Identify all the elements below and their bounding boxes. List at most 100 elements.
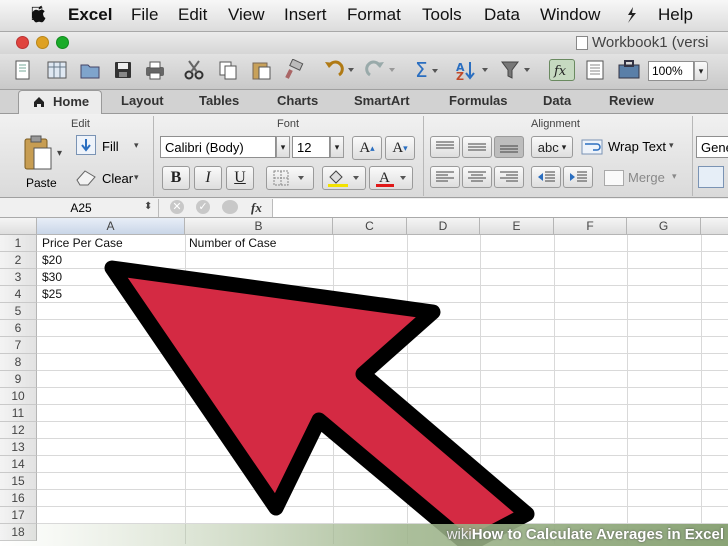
column-header-a[interactable]: A	[37, 218, 185, 235]
name-box[interactable]: A25	[20, 201, 142, 215]
cell-a1[interactable]: Price Per Case	[42, 235, 123, 252]
tab-home[interactable]: Home	[18, 90, 102, 114]
script-menu-icon[interactable]	[624, 6, 638, 24]
confirm-entry-icon[interactable]: ✓	[196, 200, 210, 214]
grow-font-button[interactable]: A ▴	[352, 136, 382, 160]
align-bottom-button[interactable]	[494, 136, 524, 158]
font-name-field[interactable]: Calibri (Body)	[160, 136, 276, 158]
zoom-dropdown-icon[interactable]: ▾	[694, 61, 708, 81]
column-header-c[interactable]: C	[333, 218, 407, 235]
print-icon[interactable]	[144, 59, 166, 81]
increase-indent-button[interactable]	[563, 166, 593, 188]
paste-toolbar-icon[interactable]	[250, 59, 272, 81]
save-icon[interactable]	[112, 59, 134, 81]
wrap-text-dropdown-icon[interactable]: ▾	[669, 140, 674, 151]
tab-tables[interactable]: Tables	[199, 93, 239, 108]
number-format-field[interactable]: Gene	[696, 136, 728, 158]
row-header[interactable]: 13	[0, 439, 37, 456]
fill-button[interactable]: Fill	[102, 139, 119, 154]
minimize-window-icon[interactable]	[36, 36, 49, 49]
row-header[interactable]: 17	[0, 507, 37, 524]
menu-tools[interactable]: Tools	[422, 5, 462, 25]
row-header[interactable]: 15	[0, 473, 37, 490]
underline-button[interactable]: U	[226, 166, 254, 190]
font-color-button[interactable]: A	[369, 166, 413, 190]
row-header[interactable]: 4	[0, 286, 37, 303]
paste-clipboard-icon[interactable]	[22, 134, 54, 172]
row-header[interactable]: 14	[0, 456, 37, 473]
row-header[interactable]: 2	[0, 252, 37, 269]
cell-a4[interactable]: $25	[42, 286, 62, 303]
menu-file[interactable]: File	[131, 5, 158, 25]
row-header[interactable]: 6	[0, 320, 37, 337]
formula-options-icon[interactable]	[222, 200, 238, 214]
decrease-indent-button[interactable]	[531, 166, 561, 188]
align-top-button[interactable]	[430, 136, 460, 158]
tab-data[interactable]: Data	[543, 93, 571, 108]
sort-icon[interactable]: AZ	[454, 59, 494, 83]
menu-insert[interactable]: Insert	[284, 5, 327, 25]
clear-dropdown-icon[interactable]: ▾	[134, 172, 139, 183]
row-header[interactable]: 12	[0, 422, 37, 439]
merge-button[interactable]: Merge	[628, 170, 665, 185]
redo-icon[interactable]	[362, 59, 396, 81]
cell-a2[interactable]: $20	[42, 252, 62, 269]
column-header-f[interactable]: F	[554, 218, 627, 235]
align-center-button[interactable]	[462, 166, 492, 188]
format-painter-icon[interactable]	[283, 58, 305, 81]
zoom-field[interactable]: 100%	[648, 61, 694, 81]
formula-input[interactable]	[272, 199, 728, 217]
apple-icon[interactable]	[30, 4, 48, 24]
new-from-template-icon[interactable]	[46, 59, 68, 81]
font-size-field[interactable]: 12	[292, 136, 330, 158]
column-header-g[interactable]: G	[627, 218, 701, 235]
name-box-stepper-icon[interactable]: ⬍	[144, 201, 152, 212]
orientation-button[interactable]: abc ▾	[531, 136, 573, 158]
align-middle-button[interactable]	[462, 136, 492, 158]
formula-builder-button[interactable]: fx	[549, 59, 575, 81]
column-header-h[interactable]	[701, 218, 728, 235]
close-window-icon[interactable]	[16, 36, 29, 49]
row-header[interactable]: 5	[0, 303, 37, 320]
menu-edit[interactable]: Edit	[178, 5, 207, 25]
align-right-button[interactable]	[494, 166, 524, 188]
gallery-icon[interactable]	[584, 59, 606, 81]
conditional-formatting-icon[interactable]	[698, 166, 724, 188]
shrink-font-button[interactable]: A ▾	[385, 136, 415, 160]
cell-b1[interactable]: Number of Case	[189, 235, 276, 252]
menu-window[interactable]: Window	[540, 5, 600, 25]
insert-function-button[interactable]: fx	[251, 200, 262, 216]
borders-button[interactable]	[266, 166, 314, 190]
clear-eraser-icon[interactable]	[74, 168, 98, 186]
row-header[interactable]: 16	[0, 490, 37, 507]
fill-icon[interactable]	[76, 135, 96, 155]
tab-formulas[interactable]: Formulas	[449, 93, 508, 108]
fill-dropdown-icon[interactable]: ▾	[134, 140, 139, 151]
bold-button[interactable]: B	[162, 166, 190, 190]
undo-icon[interactable]	[321, 59, 355, 81]
tab-smartart[interactable]: SmartArt	[354, 93, 410, 108]
cut-icon[interactable]	[183, 59, 205, 81]
toolbox-icon[interactable]	[616, 59, 644, 81]
row-header[interactable]: 11	[0, 405, 37, 422]
wrap-text-button[interactable]: Wrap Text	[608, 139, 666, 154]
paste-button[interactable]: Paste	[26, 176, 57, 190]
row-header[interactable]: 7	[0, 337, 37, 354]
italic-button[interactable]: I	[194, 166, 222, 190]
row-header[interactable]: 3	[0, 269, 37, 286]
column-header-d[interactable]: D	[407, 218, 480, 235]
autosum-icon[interactable]: Σ	[413, 58, 441, 82]
cancel-entry-icon[interactable]: ✕	[170, 200, 184, 214]
wrap-text-icon[interactable]	[581, 138, 603, 156]
align-left-button[interactable]	[430, 166, 460, 188]
select-all-corner[interactable]	[0, 218, 37, 235]
paste-dropdown-icon[interactable]: ▾	[57, 148, 62, 159]
filter-icon[interactable]	[499, 59, 539, 81]
fill-color-button[interactable]	[322, 166, 366, 190]
zoom-window-icon[interactable]	[56, 36, 69, 49]
app-menu[interactable]: Excel	[68, 5, 112, 25]
cell-a3[interactable]: $30	[42, 269, 62, 286]
tab-charts[interactable]: Charts	[277, 93, 318, 108]
clear-button[interactable]: Clear	[102, 171, 133, 186]
copy-icon[interactable]	[217, 59, 239, 81]
